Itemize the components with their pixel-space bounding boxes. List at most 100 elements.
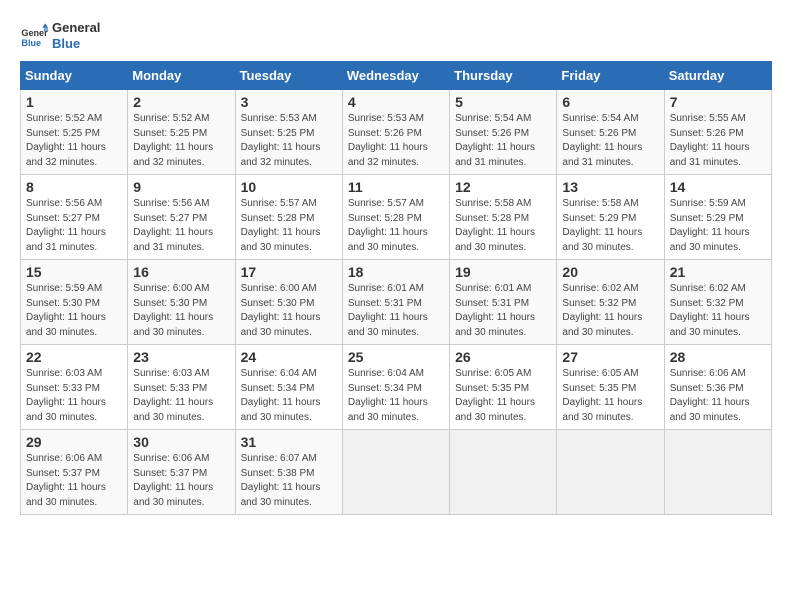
calendar-cell: 16 Sunrise: 6:00 AMSunset: 5:30 PMDayligh… (128, 260, 235, 345)
calendar-cell: 23 Sunrise: 6:03 AMSunset: 5:33 PMDayligh… (128, 345, 235, 430)
calendar-cell: 26 Sunrise: 6:05 AMSunset: 5:35 PMDayligh… (450, 345, 557, 430)
calendar-cell (557, 430, 664, 515)
day-number: 10 (241, 179, 337, 195)
calendar-table: SundayMondayTuesdayWednesdayThursdayFrid… (20, 61, 772, 515)
day-info: Sunrise: 5:56 AMSunset: 5:27 PMDaylight:… (26, 197, 122, 255)
day-info: Sunrise: 6:01 AMSunset: 5:31 PMDaylight:… (348, 282, 444, 340)
day-info: Sunrise: 5:52 AMSunset: 5:25 PMDaylight:… (133, 112, 229, 170)
calendar-cell: 29 Sunrise: 6:06 AMSunset: 5:37 PMDayligh… (21, 430, 128, 515)
day-info: Sunrise: 5:53 AMSunset: 5:25 PMDaylight:… (241, 112, 337, 170)
day-info: Sunrise: 6:05 AMSunset: 5:35 PMDaylight:… (455, 367, 551, 425)
day-info: Sunrise: 6:00 AMSunset: 5:30 PMDaylight:… (133, 282, 229, 340)
day-info: Sunrise: 6:04 AMSunset: 5:34 PMDaylight:… (348, 367, 444, 425)
day-info: Sunrise: 5:56 AMSunset: 5:27 PMDaylight:… (133, 197, 229, 255)
day-number: 25 (348, 349, 444, 365)
day-number: 23 (133, 349, 229, 365)
day-number: 1 (26, 94, 122, 110)
day-number: 7 (670, 94, 766, 110)
day-info: Sunrise: 6:07 AMSunset: 5:38 PMDaylight:… (241, 452, 337, 510)
day-number: 16 (133, 264, 229, 280)
day-number: 22 (26, 349, 122, 365)
day-number: 5 (455, 94, 551, 110)
weekday-header-sunday: Sunday (21, 62, 128, 90)
calendar-cell: 25 Sunrise: 6:04 AMSunset: 5:34 PMDayligh… (342, 345, 449, 430)
day-info: Sunrise: 5:52 AMSunset: 5:25 PMDaylight:… (26, 112, 122, 170)
day-info: Sunrise: 6:05 AMSunset: 5:35 PMDaylight:… (562, 367, 658, 425)
day-number: 8 (26, 179, 122, 195)
svg-text:Blue: Blue (21, 37, 41, 47)
calendar-week-4: 15 Sunrise: 5:59 AMSunset: 5:30 PMDayligh… (21, 260, 772, 345)
calendar-week-3: 8 Sunrise: 5:56 AMSunset: 5:27 PMDaylight… (21, 175, 772, 260)
day-number: 18 (348, 264, 444, 280)
day-info: Sunrise: 5:57 AMSunset: 5:28 PMDaylight:… (241, 197, 337, 255)
calendar-cell: 30Sunrise: 6:06 AMSunset: 5:37 PMDayligh… (128, 430, 235, 515)
day-number: 12 (455, 179, 551, 195)
day-number: 19 (455, 264, 551, 280)
day-number: 24 (241, 349, 337, 365)
calendar-cell: 7 Sunrise: 5:55 AMSunset: 5:26 PMDaylight… (664, 90, 771, 175)
calendar-cell: 28 Sunrise: 6:06 AMSunset: 5:36 PMDayligh… (664, 345, 771, 430)
calendar-cell: 24 Sunrise: 6:04 AMSunset: 5:34 PMDayligh… (235, 345, 342, 430)
calendar-cell: 14Sunrise: 5:59 AMSunset: 5:29 PMDayligh… (664, 175, 771, 260)
weekday-header-tuesday: Tuesday (235, 62, 342, 90)
calendar-cell: 18 Sunrise: 6:01 AMSunset: 5:31 PMDayligh… (342, 260, 449, 345)
day-info: Sunrise: 5:53 AMSunset: 5:26 PMDaylight:… (348, 112, 444, 170)
calendar-cell: 6Sunrise: 5:54 AMSunset: 5:26 PMDaylight… (557, 90, 664, 175)
calendar-cell: 11 Sunrise: 5:57 AMSunset: 5:28 PMDayligh… (342, 175, 449, 260)
day-info: Sunrise: 5:54 AMSunset: 5:26 PMDaylight:… (455, 112, 551, 170)
page-header: General Blue General Blue (20, 20, 772, 51)
day-info: Sunrise: 6:02 AMSunset: 5:32 PMDaylight:… (670, 282, 766, 340)
day-number: 2 (133, 94, 229, 110)
day-number: 20 (562, 264, 658, 280)
calendar-cell: 12 Sunrise: 5:58 AMSunset: 5:28 PMDayligh… (450, 175, 557, 260)
calendar-cell: 9 Sunrise: 5:56 AMSunset: 5:27 PMDaylight… (128, 175, 235, 260)
calendar-cell (450, 430, 557, 515)
calendar-cell: 10 Sunrise: 5:57 AMSunset: 5:28 PMDayligh… (235, 175, 342, 260)
day-number: 27 (562, 349, 658, 365)
weekday-header-saturday: Saturday (664, 62, 771, 90)
day-number: 21 (670, 264, 766, 280)
day-number: 31 (241, 434, 337, 450)
calendar-cell: 21 Sunrise: 6:02 AMSunset: 5:32 PMDayligh… (664, 260, 771, 345)
day-info: Sunrise: 5:57 AMSunset: 5:28 PMDaylight:… (348, 197, 444, 255)
day-info: Sunrise: 5:55 AMSunset: 5:26 PMDaylight:… (670, 112, 766, 170)
day-info: Sunrise: 5:59 AMSunset: 5:30 PMDaylight:… (26, 282, 122, 340)
calendar-cell: 15 Sunrise: 5:59 AMSunset: 5:30 PMDayligh… (21, 260, 128, 345)
day-number: 15 (26, 264, 122, 280)
day-info: Sunrise: 6:00 AMSunset: 5:30 PMDaylight:… (241, 282, 337, 340)
calendar-cell: 20 Sunrise: 6:02 AMSunset: 5:32 PMDayligh… (557, 260, 664, 345)
day-number: 17 (241, 264, 337, 280)
day-number: 28 (670, 349, 766, 365)
day-info: Sunrise: 6:03 AMSunset: 5:33 PMDaylight:… (133, 367, 229, 425)
day-number: 29 (26, 434, 122, 450)
calendar-cell: 8 Sunrise: 5:56 AMSunset: 5:27 PMDaylight… (21, 175, 128, 260)
day-number: 9 (133, 179, 229, 195)
day-number: 4 (348, 94, 444, 110)
day-info: Sunrise: 6:06 AMSunset: 5:36 PMDaylight:… (670, 367, 766, 425)
day-info: Sunrise: 6:02 AMSunset: 5:32 PMDaylight:… (562, 282, 658, 340)
calendar-cell: 2 Sunrise: 5:52 AMSunset: 5:25 PMDaylight… (128, 90, 235, 175)
calendar-cell: 3 Sunrise: 5:53 AMSunset: 5:25 PMDaylight… (235, 90, 342, 175)
day-info: Sunrise: 5:58 AMSunset: 5:29 PMDaylight:… (562, 197, 658, 255)
day-number: 30 (133, 434, 229, 450)
day-info: Sunrise: 6:06 AMSunset: 5:37 PMDaylight:… (26, 452, 122, 510)
day-number: 3 (241, 94, 337, 110)
day-info: Sunrise: 6:03 AMSunset: 5:33 PMDaylight:… (26, 367, 122, 425)
day-number: 6 (562, 94, 658, 110)
calendar-cell: 17 Sunrise: 6:00 AMSunset: 5:30 PMDayligh… (235, 260, 342, 345)
day-info: Sunrise: 6:01 AMSunset: 5:31 PMDaylight:… (455, 282, 551, 340)
calendar-cell: 22 Sunrise: 6:03 AMSunset: 5:33 PMDayligh… (21, 345, 128, 430)
calendar-cell (664, 430, 771, 515)
calendar-week-6: 29 Sunrise: 6:06 AMSunset: 5:37 PMDayligh… (21, 430, 772, 515)
day-info: Sunrise: 6:04 AMSunset: 5:34 PMDaylight:… (241, 367, 337, 425)
calendar-cell: 31 Sunrise: 6:07 AMSunset: 5:38 PMDayligh… (235, 430, 342, 515)
weekday-header-friday: Friday (557, 62, 664, 90)
day-info: Sunrise: 5:58 AMSunset: 5:28 PMDaylight:… (455, 197, 551, 255)
day-number: 14 (670, 179, 766, 195)
calendar-cell: 13Sunrise: 5:58 AMSunset: 5:29 PMDayligh… (557, 175, 664, 260)
day-number: 26 (455, 349, 551, 365)
calendar-cell: 27 Sunrise: 6:05 AMSunset: 5:35 PMDayligh… (557, 345, 664, 430)
day-number: 11 (348, 179, 444, 195)
calendar-week-2: 1 Sunrise: 5:52 AMSunset: 5:25 PMDaylight… (21, 90, 772, 175)
calendar-cell: 5 Sunrise: 5:54 AMSunset: 5:26 PMDaylight… (450, 90, 557, 175)
